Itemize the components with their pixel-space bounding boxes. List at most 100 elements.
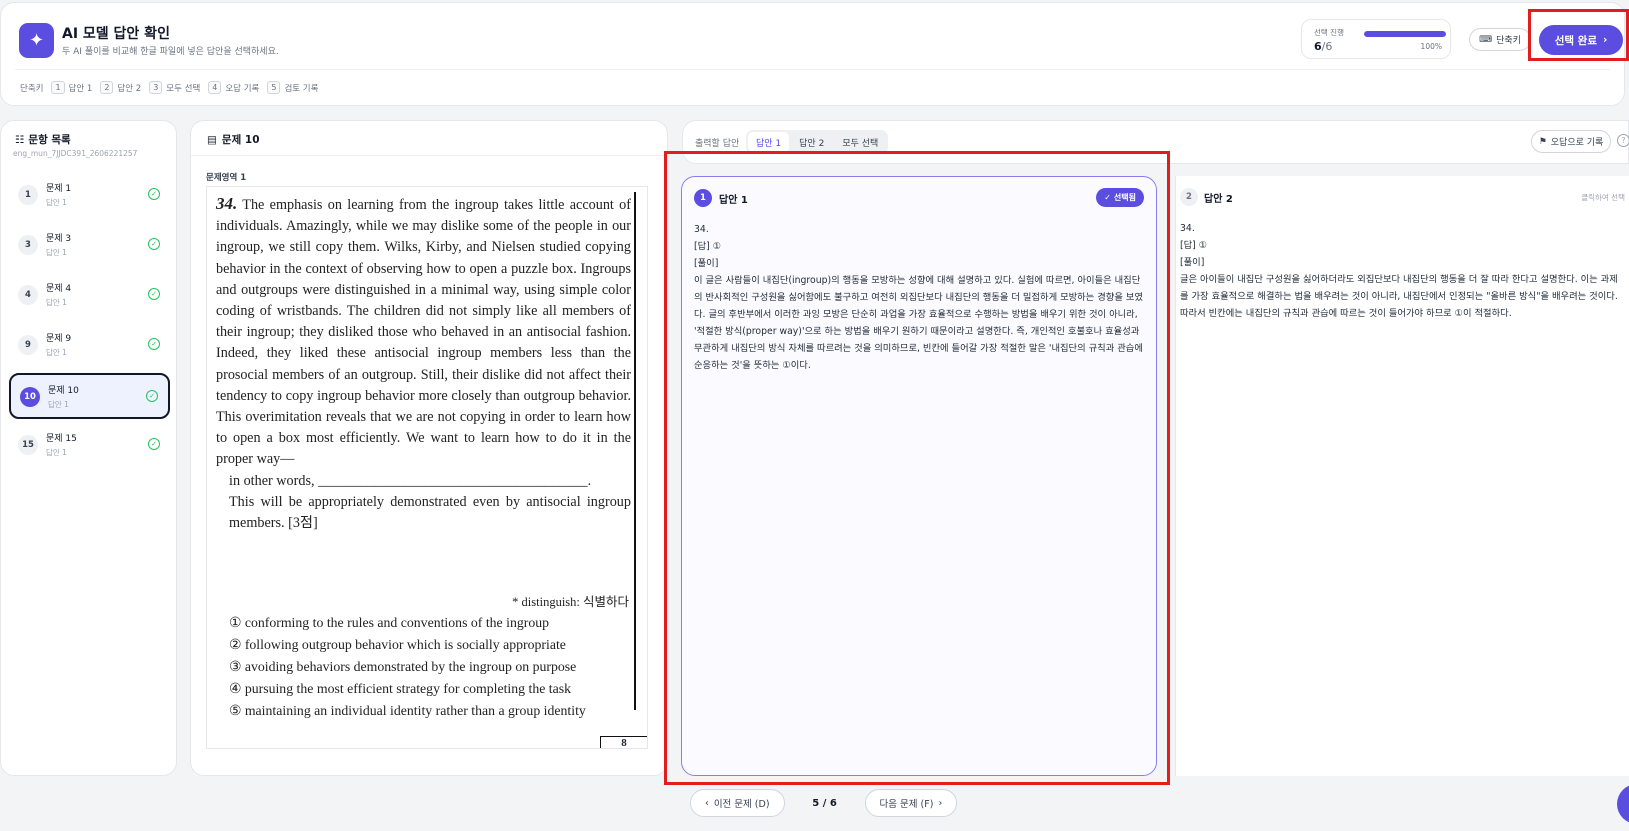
- tab-select-all[interactable]: 모두 선택: [834, 132, 886, 152]
- question-item-4[interactable]: 4 문제 4 답안 1 ✓: [9, 273, 170, 319]
- page-count: 5 / 6: [812, 797, 837, 809]
- passage: 34. The emphasis on learning from the in…: [216, 193, 631, 534]
- key-cap: 4: [208, 81, 222, 94]
- record-wrong-button[interactable]: ⚑ 오답으로 기록: [1531, 130, 1611, 153]
- section-label: 문제영역 1: [206, 173, 247, 183]
- shortcut-text: 답안 2: [117, 83, 142, 94]
- check-circle-icon: ✓: [148, 188, 160, 200]
- list-check-icon: ☷: [15, 133, 25, 146]
- shortcut-review: 5 검토 기록: [267, 81, 318, 94]
- choice-3: ③ avoiding behaviors demonstrated by the…: [229, 659, 577, 674]
- next-question-button[interactable]: 다음 문제 (F) ›: [864, 789, 958, 817]
- top-bar: ✦ AI 모델 답안 확인 두 AI 풀이를 비교해 한글 파일에 넣은 답안을…: [0, 2, 1625, 106]
- answer-line: [답] ①: [1180, 240, 1208, 251]
- question-answer: 답안 1: [46, 248, 67, 257]
- tab-answer-1[interactable]: 답안 1: [748, 132, 790, 152]
- question-name: 문제 15: [46, 434, 77, 444]
- question-image[interactable]: 34. The emphasis on learning from the in…: [206, 186, 648, 749]
- scrollbar[interactable]: [634, 192, 636, 710]
- answer-explanation: 글은 아이들이 내집단 구성원을 싫어하더라도 외집단보다 내집단의 행동을 더…: [1180, 274, 1618, 319]
- record-wrong-label: 오답으로 기록: [1550, 138, 1604, 148]
- key-cap: 1: [51, 81, 65, 94]
- question-answer: 답안 1: [46, 448, 67, 457]
- document-icon: ▤: [207, 133, 217, 146]
- check-circle-icon: ✓: [148, 238, 160, 250]
- chevron-right-icon: ›: [938, 797, 943, 809]
- prev-question-button[interactable]: ‹ 이전 문제 (D): [690, 789, 785, 817]
- shortcut-button[interactable]: ⌨ 단축키: [1469, 28, 1531, 51]
- choice-1: ① conforming to the rules and convention…: [229, 615, 550, 630]
- floating-action-button[interactable]: [1617, 784, 1629, 824]
- question-number: 4: [18, 285, 38, 305]
- question-list-title-text: 문항 목록: [28, 134, 71, 146]
- tabs-label: 출력할 답안: [695, 139, 740, 149]
- click-to-select-hint: 클릭하여 선택: [1581, 193, 1625, 202]
- question-list-panel: ☷ 문항 목록 eng_mun_7JJDC391_2606221257 1 문제 …: [0, 120, 177, 776]
- passage-text: The emphasis on learning from the ingrou…: [216, 197, 631, 468]
- answer-line: [풀이]: [1180, 257, 1205, 268]
- question-answer: 답안 1: [46, 298, 67, 307]
- question-title: ▤ 문제 10: [207, 132, 260, 147]
- prev-label: 이전 문제 (D): [713, 799, 770, 810]
- check-circle-icon: ✓: [148, 438, 160, 450]
- key-cap: 5: [267, 81, 281, 94]
- question-number: 1: [18, 185, 38, 205]
- answer-title: 답안 2: [1204, 194, 1233, 205]
- question-item-1[interactable]: 1 문제 1 답안 1 ✓: [9, 173, 170, 219]
- answer-card-2[interactable]: 2 답안 2 클릭하여 선택 34. [답] ① [풀이] 글은 아이들이 내집…: [1175, 176, 1629, 776]
- check-circle-icon: ✓: [148, 288, 160, 300]
- question-answer: 답안 1: [46, 198, 67, 207]
- tab-answer-2[interactable]: 답안 2: [791, 132, 832, 152]
- answer-number: 2: [1180, 188, 1198, 206]
- progress-done: 6: [1314, 40, 1322, 53]
- shortcut-text: 오답 기록: [225, 83, 260, 94]
- question-item-9[interactable]: 9 문제 9 답안 1 ✓: [9, 323, 170, 369]
- progress-card: 선택 진행 6/6 100%: [1301, 19, 1451, 59]
- divider: [191, 155, 667, 156]
- page-title: AI 모델 답안 확인: [62, 26, 170, 42]
- shortcut-text: 답안 1: [68, 83, 93, 94]
- question-panel: ▤ 문제 10 문제영역 1 34. The emphasis on learni…: [190, 120, 668, 776]
- shortcut-answer-2: 2 답안 2: [100, 81, 141, 94]
- shortcut-wrong: 4 오답 기록: [208, 81, 259, 94]
- choice-4: ④ pursuing the most efficient strategy f…: [229, 681, 572, 696]
- question-number: 10: [20, 387, 40, 407]
- shortcut-label: 단축키: [20, 83, 44, 94]
- page-subtitle: 두 AI 풀이를 비교해 한글 파일에 넣은 답안을 선택하세요.: [62, 47, 279, 57]
- progress-label: 선택 진행: [1314, 28, 1344, 37]
- shortcut-answer-1: 1 답안 1: [51, 81, 92, 94]
- question-name: 문제 3: [46, 234, 72, 244]
- question-number: 9: [18, 335, 38, 355]
- sparkle-icon: ✦: [19, 23, 54, 58]
- passage-text-end: This will be appropriately demonstrated …: [229, 493, 631, 532]
- highlight-box: [1528, 9, 1629, 61]
- highlight-box: [664, 151, 1170, 785]
- question-number: 15: [18, 435, 38, 455]
- chevron-left-icon: ‹: [705, 797, 709, 809]
- divider: [15, 69, 1610, 70]
- check-circle-icon: ✓: [146, 390, 158, 402]
- question-name: 문제 9: [46, 334, 72, 344]
- check-circle-icon: ✓: [148, 338, 160, 350]
- question-list-title: ☷ 문항 목록: [15, 132, 71, 147]
- passage-blank-line: in other words, ________________________…: [229, 472, 592, 489]
- page-number-box: 8: [600, 736, 647, 748]
- shortcut-button-label: 단축키: [1496, 36, 1521, 46]
- question-item-10[interactable]: 10 문제 10 답안 1 ✓: [9, 373, 170, 419]
- shortcut-text: 검토 기록: [284, 83, 319, 94]
- question-name: 문제 10: [48, 386, 79, 396]
- help-icon[interactable]: ?: [1617, 134, 1629, 147]
- progress-value: 6/6: [1314, 40, 1332, 53]
- question-title-text: 문제 10: [221, 134, 260, 146]
- choice-5: ⑤ maintaining an individual identity rat…: [229, 703, 586, 718]
- key-cap: 3: [149, 81, 163, 94]
- question-number: 3: [18, 235, 38, 255]
- question-answer: 답안 1: [46, 348, 67, 357]
- answer-body: 34. [답] ① [풀이] 글은 아이들이 내집단 구성원을 싫어하더라도 외…: [1180, 220, 1626, 322]
- keyboard-icon: ⌨: [1479, 34, 1493, 45]
- footnote: * distinguish: 식별하다: [512, 595, 629, 609]
- progress-total: /6: [1321, 40, 1333, 53]
- question-item-3[interactable]: 3 문제 3 답안 1 ✓: [9, 223, 170, 269]
- choices: ① conforming to the rules and convention…: [229, 612, 629, 722]
- question-item-15[interactable]: 15 문제 15 답안 1 ✓: [9, 423, 170, 469]
